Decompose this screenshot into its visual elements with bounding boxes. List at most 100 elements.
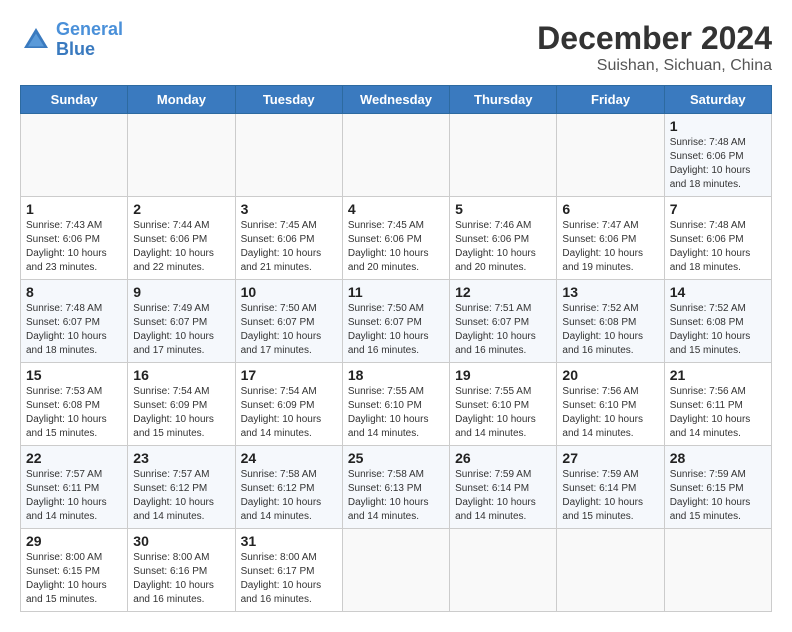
calendar-cell (450, 529, 557, 612)
day-info: Sunrise: 7:46 AMSunset: 6:06 PMDaylight:… (455, 219, 551, 275)
day-info: Sunrise: 7:45 AMSunset: 6:06 PMDaylight:… (241, 219, 337, 275)
col-header-sunday: Sunday (21, 86, 128, 114)
calendar-cell: 16 Sunrise: 7:54 AMSunset: 6:09 PMDaylig… (128, 363, 235, 446)
day-info: Sunrise: 7:47 AMSunset: 6:06 PMDaylight:… (562, 219, 658, 275)
calendar-cell (450, 114, 557, 197)
col-header-monday: Monday (128, 86, 235, 114)
calendar-cell: 7 Sunrise: 7:48 AMSunset: 6:06 PMDayligh… (664, 197, 771, 280)
day-number: 26 (455, 450, 551, 466)
calendar-cell (557, 114, 664, 197)
calendar-cell: 22 Sunrise: 7:57 AMSunset: 6:11 PMDaylig… (21, 446, 128, 529)
calendar-cell (235, 114, 342, 197)
calendar-cell: 24 Sunrise: 7:58 AMSunset: 6:12 PMDaylig… (235, 446, 342, 529)
day-number: 18 (348, 367, 444, 383)
day-number: 11 (348, 284, 444, 300)
calendar-cell: 30 Sunrise: 8:00 AMSunset: 6:16 PMDaylig… (128, 529, 235, 612)
calendar-cell: 17 Sunrise: 7:54 AMSunset: 6:09 PMDaylig… (235, 363, 342, 446)
calendar-cell: 19 Sunrise: 7:55 AMSunset: 6:10 PMDaylig… (450, 363, 557, 446)
day-info: Sunrise: 7:48 AMSunset: 6:06 PMDaylight:… (670, 136, 766, 192)
calendar-week-1: 1 Sunrise: 7:43 AMSunset: 6:06 PMDayligh… (21, 197, 772, 280)
day-info: Sunrise: 7:51 AMSunset: 6:07 PMDaylight:… (455, 302, 551, 358)
day-info: Sunrise: 7:55 AMSunset: 6:10 PMDaylight:… (455, 385, 551, 441)
day-info: Sunrise: 7:44 AMSunset: 6:06 PMDaylight:… (133, 219, 229, 275)
calendar-cell (342, 114, 449, 197)
day-info: Sunrise: 7:52 AMSunset: 6:08 PMDaylight:… (562, 302, 658, 358)
day-number: 12 (455, 284, 551, 300)
calendar-cell: 3 Sunrise: 7:45 AMSunset: 6:06 PMDayligh… (235, 197, 342, 280)
day-number: 22 (26, 450, 122, 466)
logo-text: General Blue (56, 20, 123, 60)
calendar-cell: 18 Sunrise: 7:55 AMSunset: 6:10 PMDaylig… (342, 363, 449, 446)
day-info: Sunrise: 7:59 AMSunset: 6:14 PMDaylight:… (455, 468, 551, 524)
day-number: 28 (670, 450, 766, 466)
day-info: Sunrise: 7:52 AMSunset: 6:08 PMDaylight:… (670, 302, 766, 358)
day-info: Sunrise: 7:56 AMSunset: 6:10 PMDaylight:… (562, 385, 658, 441)
day-number: 27 (562, 450, 658, 466)
calendar-cell (664, 529, 771, 612)
day-number: 7 (670, 201, 766, 217)
day-number: 31 (241, 533, 337, 549)
calendar-cell (342, 529, 449, 612)
col-header-friday: Friday (557, 86, 664, 114)
calendar-cell: 11 Sunrise: 7:50 AMSunset: 6:07 PMDaylig… (342, 280, 449, 363)
day-info: Sunrise: 7:54 AMSunset: 6:09 PMDaylight:… (241, 385, 337, 441)
calendar-cell: 23 Sunrise: 7:57 AMSunset: 6:12 PMDaylig… (128, 446, 235, 529)
calendar-cell: 6 Sunrise: 7:47 AMSunset: 6:06 PMDayligh… (557, 197, 664, 280)
calendar-table: SundayMondayTuesdayWednesdayThursdayFrid… (20, 85, 772, 612)
calendar-cell: 21 Sunrise: 7:56 AMSunset: 6:11 PMDaylig… (664, 363, 771, 446)
day-info: Sunrise: 7:50 AMSunset: 6:07 PMDaylight:… (348, 302, 444, 358)
calendar-cell: 26 Sunrise: 7:59 AMSunset: 6:14 PMDaylig… (450, 446, 557, 529)
logo: General Blue (20, 20, 123, 60)
calendar-header-row: SundayMondayTuesdayWednesdayThursdayFrid… (21, 86, 772, 114)
calendar-cell: 28 Sunrise: 7:59 AMSunset: 6:15 PMDaylig… (664, 446, 771, 529)
day-number: 25 (348, 450, 444, 466)
day-number: 30 (133, 533, 229, 549)
calendar-cell: 13 Sunrise: 7:52 AMSunset: 6:08 PMDaylig… (557, 280, 664, 363)
calendar-cell: 5 Sunrise: 7:46 AMSunset: 6:06 PMDayligh… (450, 197, 557, 280)
calendar-cell: 4 Sunrise: 7:45 AMSunset: 6:06 PMDayligh… (342, 197, 449, 280)
day-info: Sunrise: 7:54 AMSunset: 6:09 PMDaylight:… (133, 385, 229, 441)
day-number: 15 (26, 367, 122, 383)
day-info: Sunrise: 7:57 AMSunset: 6:11 PMDaylight:… (26, 468, 122, 524)
day-number: 1 (670, 118, 766, 134)
day-number: 4 (348, 201, 444, 217)
day-number: 9 (133, 284, 229, 300)
calendar-cell: 31 Sunrise: 8:00 AMSunset: 6:17 PMDaylig… (235, 529, 342, 612)
calendar-cell: 9 Sunrise: 7:49 AMSunset: 6:07 PMDayligh… (128, 280, 235, 363)
day-info: Sunrise: 7:49 AMSunset: 6:07 PMDaylight:… (133, 302, 229, 358)
calendar-week-4: 22 Sunrise: 7:57 AMSunset: 6:11 PMDaylig… (21, 446, 772, 529)
day-info: Sunrise: 7:55 AMSunset: 6:10 PMDaylight:… (348, 385, 444, 441)
calendar-cell: 10 Sunrise: 7:50 AMSunset: 6:07 PMDaylig… (235, 280, 342, 363)
day-info: Sunrise: 7:59 AMSunset: 6:15 PMDaylight:… (670, 468, 766, 524)
calendar-cell: 29 Sunrise: 8:00 AMSunset: 6:15 PMDaylig… (21, 529, 128, 612)
day-number: 3 (241, 201, 337, 217)
day-number: 14 (670, 284, 766, 300)
day-info: Sunrise: 8:00 AMSunset: 6:16 PMDaylight:… (133, 551, 229, 607)
calendar-cell (128, 114, 235, 197)
day-number: 5 (455, 201, 551, 217)
day-info: Sunrise: 7:43 AMSunset: 6:06 PMDaylight:… (26, 219, 122, 275)
calendar-cell: 2 Sunrise: 7:44 AMSunset: 6:06 PMDayligh… (128, 197, 235, 280)
calendar-cell (557, 529, 664, 612)
day-info: Sunrise: 8:00 AMSunset: 6:17 PMDaylight:… (241, 551, 337, 607)
day-number: 1 (26, 201, 122, 217)
calendar-cell: 12 Sunrise: 7:51 AMSunset: 6:07 PMDaylig… (450, 280, 557, 363)
day-info: Sunrise: 7:58 AMSunset: 6:13 PMDaylight:… (348, 468, 444, 524)
calendar-cell: 1 Sunrise: 7:48 AMSunset: 6:06 PMDayligh… (664, 114, 771, 197)
day-info: Sunrise: 7:57 AMSunset: 6:12 PMDaylight:… (133, 468, 229, 524)
day-info: Sunrise: 7:58 AMSunset: 6:12 PMDaylight:… (241, 468, 337, 524)
day-info: Sunrise: 7:53 AMSunset: 6:08 PMDaylight:… (26, 385, 122, 441)
day-info: Sunrise: 7:59 AMSunset: 6:14 PMDaylight:… (562, 468, 658, 524)
calendar-cell: 25 Sunrise: 7:58 AMSunset: 6:13 PMDaylig… (342, 446, 449, 529)
logo-line1: General (56, 19, 123, 39)
day-number: 29 (26, 533, 122, 549)
month-title: December 2024 (537, 20, 772, 57)
day-info: Sunrise: 7:50 AMSunset: 6:07 PMDaylight:… (241, 302, 337, 358)
col-header-saturday: Saturday (664, 86, 771, 114)
col-header-thursday: Thursday (450, 86, 557, 114)
day-number: 10 (241, 284, 337, 300)
day-info: Sunrise: 7:48 AMSunset: 6:06 PMDaylight:… (670, 219, 766, 275)
calendar-week-5: 29 Sunrise: 8:00 AMSunset: 6:15 PMDaylig… (21, 529, 772, 612)
day-number: 16 (133, 367, 229, 383)
day-number: 6 (562, 201, 658, 217)
